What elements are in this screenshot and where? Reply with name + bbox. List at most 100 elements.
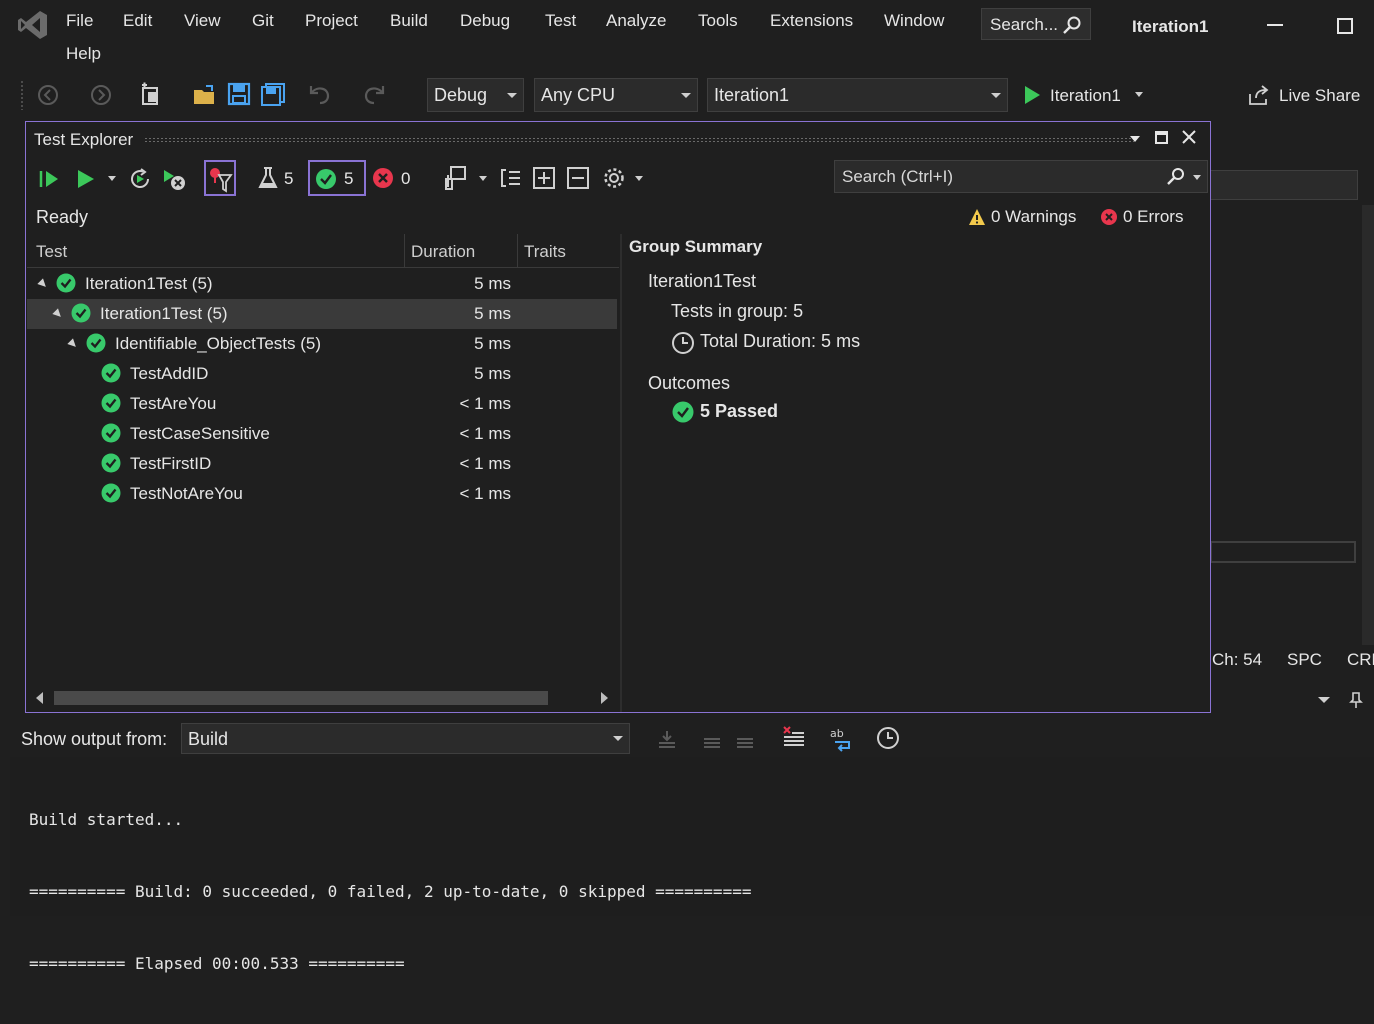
go-to-next-message-icon[interactable] (700, 727, 724, 751)
start-debugging-label[interactable]: Iteration1 (1050, 86, 1121, 106)
menu-test[interactable]: Test (545, 11, 576, 31)
menu-extensions[interactable]: Extensions (770, 11, 853, 31)
minimize-icon[interactable] (1267, 24, 1283, 26)
collapse-all-icon[interactable] (566, 166, 590, 190)
run-failed-tests-icon[interactable] (161, 167, 187, 193)
scroll-right-icon[interactable] (601, 692, 608, 704)
menu-git[interactable]: Git (252, 11, 274, 31)
navigate-back-icon[interactable] (37, 84, 59, 106)
output-pane: Show output from: Build ab Build started… (10, 685, 1374, 973)
failed-tests-count[interactable]: 0 (401, 169, 410, 189)
test-tree-row[interactable]: TestAreYou < 1 ms (27, 389, 617, 419)
test-search-input[interactable]: Search (Ctrl+I) (834, 160, 1208, 193)
pin-icon[interactable] (1348, 691, 1364, 709)
run-tests-icon[interactable] (75, 167, 97, 191)
menu-project[interactable]: Project (305, 11, 358, 31)
maximize-icon[interactable] (1337, 18, 1353, 34)
expander-icon[interactable] (67, 338, 79, 350)
clock-icon[interactable] (876, 726, 900, 750)
column-header-test[interactable]: Test (36, 242, 67, 262)
output-source-dropdown[interactable]: Build (181, 723, 630, 754)
chevron-down-icon (991, 93, 1001, 98)
global-search-box[interactable]: Search... (981, 8, 1091, 40)
maximize-icon[interactable] (1155, 131, 1168, 144)
spacing-indicator[interactable]: SPC (1287, 650, 1322, 670)
expander-icon[interactable] (52, 308, 64, 320)
menu-help[interactable]: Help (66, 44, 101, 64)
toolbar-grip[interactable] (20, 80, 24, 110)
undo-icon[interactable] (308, 84, 332, 106)
column-header-duration[interactable]: Duration (411, 242, 475, 262)
solution-platform-dropdown[interactable]: Any CPU (534, 78, 698, 112)
tree-horizontal-scrollbar[interactable] (27, 684, 619, 710)
pane-options-icon[interactable] (1318, 697, 1330, 703)
chevron-down-icon[interactable] (1135, 92, 1143, 97)
check-icon (101, 363, 121, 383)
editor-vertical-scrollbar[interactable] (1362, 205, 1374, 645)
solution-configuration-dropdown[interactable]: Debug (427, 78, 524, 112)
test-tree-row[interactable]: Iteration1Test (5) 5 ms (27, 269, 617, 299)
visual-studio-logo-icon[interactable] (16, 8, 50, 42)
test-tree-row[interactable]: Iteration1Test (5) 5 ms (27, 299, 617, 329)
window-position-icon[interactable] (1130, 136, 1140, 142)
scrollbar-thumb[interactable] (54, 691, 548, 705)
go-to-previous-message-icon[interactable] (655, 727, 679, 751)
filter-toggle-button[interactable] (204, 160, 236, 196)
passed-tests-filter[interactable]: 5 (308, 160, 366, 196)
clear-all-icon[interactable] (782, 725, 806, 751)
run-all-tests-icon[interactable] (38, 167, 62, 191)
start-debugging-icon[interactable] (1022, 84, 1042, 106)
window-title-grip[interactable] (144, 137, 1134, 143)
toggle-word-wrap-icon[interactable]: ab (829, 726, 855, 752)
group-by-icon[interactable] (499, 166, 523, 190)
repeat-last-run-icon[interactable] (128, 167, 152, 191)
total-tests-count[interactable]: 5 (284, 169, 293, 189)
chevron-down-icon (613, 736, 623, 741)
live-share-button[interactable]: Live Share (1279, 86, 1360, 106)
test-tree-row[interactable]: TestFirstID < 1 ms (27, 449, 617, 479)
menu-debug[interactable]: Debug (460, 11, 510, 31)
chevron-down-icon[interactable] (479, 176, 487, 181)
clear-filter-icon[interactable] (733, 727, 757, 751)
column-indicator[interactable]: Ch: 54 (1212, 650, 1262, 670)
navigate-forward-icon[interactable] (90, 84, 112, 106)
chevron-down-icon[interactable] (108, 176, 116, 181)
redo-icon[interactable] (362, 84, 386, 106)
playlist-icon[interactable] (444, 165, 468, 191)
gear-icon[interactable] (602, 166, 626, 190)
menu-file[interactable]: File (66, 11, 93, 31)
save-icon[interactable] (227, 82, 251, 106)
test-explorer-title: Test Explorer (34, 130, 134, 149)
line-ending-indicator[interactable]: CRL (1347, 650, 1374, 670)
live-share-icon[interactable] (1248, 84, 1272, 106)
passed-outcome[interactable]: 5 Passed (700, 401, 778, 422)
startup-project-dropdown[interactable]: Iteration1 (707, 78, 1008, 112)
test-tree-row[interactable]: Identifiable_ObjectTests (5) 5 ms (27, 329, 617, 359)
expander-icon[interactable] (37, 278, 49, 290)
menu-tools[interactable]: Tools (698, 11, 738, 31)
test-tree-row[interactable]: TestAddID 5 ms (27, 359, 617, 389)
output-line: ========== Build: 0 succeeded, 0 failed,… (29, 882, 752, 901)
new-project-icon[interactable] (139, 82, 165, 108)
save-all-icon[interactable] (260, 82, 286, 106)
expand-all-icon[interactable] (532, 166, 556, 190)
menu-analyze[interactable]: Analyze (606, 11, 666, 31)
test-tree-row[interactable]: TestNotAreYou < 1 ms (27, 479, 617, 509)
close-icon[interactable] (1181, 129, 1197, 145)
chevron-down-icon[interactable] (1193, 175, 1201, 180)
search-icon[interactable] (1165, 167, 1187, 187)
flask-icon[interactable] (256, 165, 280, 191)
errors-count[interactable]: 0 Errors (1123, 207, 1183, 227)
chevron-down-icon[interactable] (635, 176, 643, 181)
scroll-left-icon[interactable] (36, 692, 43, 704)
warnings-count[interactable]: 0 Warnings (991, 207, 1076, 227)
menu-window[interactable]: Window (884, 11, 944, 31)
test-tree-row[interactable]: TestCaseSensitive < 1 ms (27, 419, 617, 449)
menu-edit[interactable]: Edit (123, 11, 152, 31)
open-folder-icon[interactable] (192, 82, 218, 108)
menu-view[interactable]: View (184, 11, 221, 31)
error-icon[interactable] (372, 167, 394, 189)
column-header-traits[interactable]: Traits (524, 242, 566, 262)
editor-navigation-dropdown[interactable] (1210, 170, 1358, 200)
menu-build[interactable]: Build (390, 11, 428, 31)
